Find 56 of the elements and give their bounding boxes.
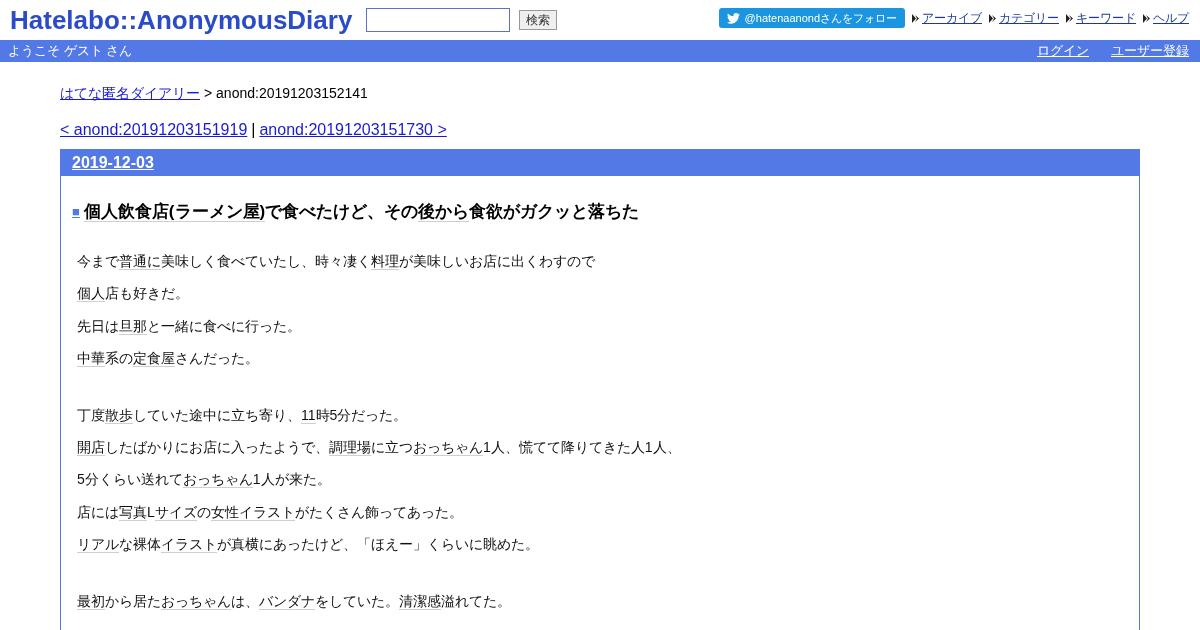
body-text-line: 開店したばかりにお店に入ったようで、調理場に立つおっちゃん1人、慌てて降りてきた人1人、	[77, 438, 682, 459]
keyword-link[interactable]: 女性イラスト	[210, 503, 295, 521]
search-field[interactable]	[366, 8, 511, 32]
body-text-line: リアルな裸体イラストが真横にあったけど、「ほえー」くらいに眺めた。	[77, 535, 540, 556]
entry-marker-link[interactable]: ■	[72, 200, 80, 224]
body-text-line: 5分くらい送れて おっちゃん1人が来た。	[77, 470, 332, 491]
keyword-link[interactable]: イラスト	[161, 536, 217, 554]
chevron-icon	[1066, 13, 1073, 23]
keyword-link[interactable]: おっちゃん	[182, 471, 253, 489]
nav-link[interactable]: ヘルプ	[1153, 9, 1189, 27]
account-link[interactable]: ログイン	[1037, 42, 1089, 60]
account-link[interactable]: ユーザー登録	[1111, 42, 1189, 60]
keyword-link[interactable]: リアル	[77, 536, 119, 554]
body-text-line: 個人店も好きだ。	[77, 284, 190, 305]
search-button[interactable]: 検索	[519, 10, 558, 30]
keyword-link[interactable]: サイズ	[154, 503, 197, 521]
keyword-link[interactable]: 後から	[418, 202, 470, 222]
keyword-link[interactable]: 旦那	[119, 317, 147, 335]
keyword-link[interactable]: 清潔感	[399, 592, 441, 610]
chevron-icon	[989, 13, 996, 23]
keyword-link[interactable]: 調理場	[329, 439, 371, 457]
chevron-icon	[1143, 13, 1150, 23]
keyword-link[interactable]: 個人	[77, 285, 105, 303]
body-text-line: 丁度散歩していた途中に立ち寄り、11時5分だった。	[77, 405, 409, 426]
keyword-link[interactable]: 最初	[77, 592, 105, 610]
keyword-link[interactable]: 開店	[77, 439, 105, 457]
body-text-line: 最初から居たおっちゃんは、バンダナをしていた。清潔感溢れてた。	[77, 591, 512, 612]
keyword-link[interactable]: 散歩	[105, 406, 133, 424]
entry-title: 個人飲食店(ラーメン屋)で食べたけど、その後から食欲がガクッと落ちた	[83, 201, 640, 224]
chevron-icon	[912, 13, 919, 23]
keyword-link[interactable]: おっちゃん	[161, 592, 231, 610]
nav-link[interactable]: キーワード	[1076, 9, 1136, 27]
keyword-link[interactable]: 普通に	[119, 253, 161, 270]
breadcrumb-current: > anond:20191203152141	[204, 84, 368, 102]
keyword-link[interactable]: 中華	[77, 350, 105, 368]
nav-link[interactable]: アーカイブ	[922, 9, 982, 27]
pager-separator: |	[251, 120, 256, 140]
date-link[interactable]: 2019-12-03	[72, 154, 154, 172]
keyword-link[interactable]: 料理	[371, 253, 399, 270]
body-text-line: 先日は旦那 と一緒に食べに行った。	[77, 316, 302, 337]
keyword-link[interactable]: バンダナ	[259, 592, 315, 610]
keyword-link[interactable]: 個人飲食店(ラーメン屋)	[83, 202, 266, 222]
keyword-link[interactable]: 写真	[119, 503, 147, 521]
nav-link[interactable]: カテゴリー	[999, 9, 1059, 27]
site-logo[interactable]: Hatelabo::AnonymousDiary	[10, 5, 353, 35]
previous-entry-link[interactable]: < anond:20191203151919	[60, 120, 248, 140]
body-text-line: 店には写真Lサイズの女性イラストがたくさん飾ってあった。	[77, 502, 464, 523]
keyword-link[interactable]: おっちゃん	[413, 439, 483, 457]
body-text-line: 今まで普通に美味しく食べていたし、時々凄く料理が美味しいお店に出くわすので	[77, 252, 596, 272]
bird-icon	[726, 12, 740, 24]
body-text-line: 中華系の定食屋さんだった。	[77, 349, 260, 370]
greeting-text: ようこそ ゲスト さん	[8, 42, 133, 60]
keyword-link[interactable]: 11	[301, 406, 316, 424]
next-entry-link[interactable]: anond:20191203151730 >	[259, 120, 447, 140]
breadcrumb-link[interactable]: はてな匿名ダイアリー	[60, 84, 200, 102]
keyword-link[interactable]: 定食屋	[133, 350, 175, 368]
